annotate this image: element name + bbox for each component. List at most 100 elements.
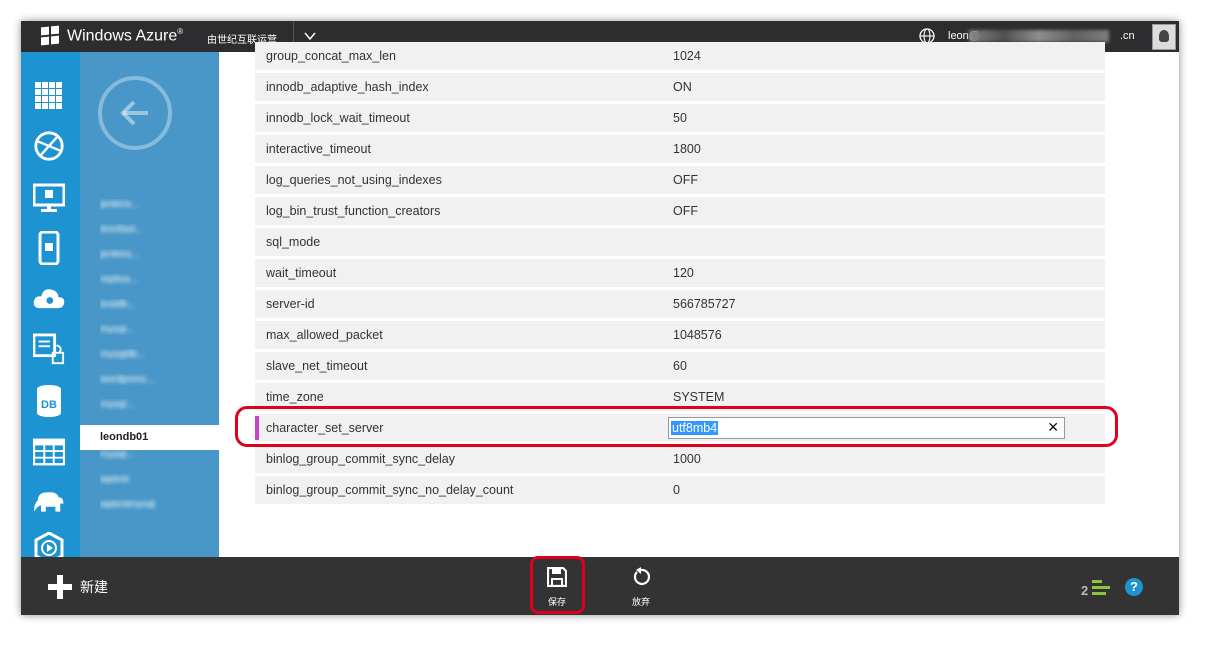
subnav-item-label: mysql... <box>100 324 135 335</box>
table-row[interactable]: innodb_adaptive_hash_index ON <box>255 73 1105 101</box>
table-row[interactable]: binlog_group_commit_sync_no_delay_count 0 <box>255 476 1105 504</box>
table-row[interactable]: innodb_lock_wait_timeout 50 <box>255 104 1105 132</box>
param-value[interactable]: 1000 <box>673 452 701 466</box>
command-bar: 新建 保存 放弃 2 ? <box>21 556 1179 615</box>
hdinsight-elephant-icon[interactable] <box>33 486 65 518</box>
subnav-item-label: wptestmysql <box>100 499 156 510</box>
subnav-item[interactable]: jenkins... <box>100 249 210 260</box>
websites-globe-icon[interactable] <box>33 130 65 162</box>
param-name: slave_net_timeout <box>266 359 368 373</box>
subnav-item-label: replica... <box>100 274 138 285</box>
subnav-item[interactable]: mysql... <box>100 324 210 335</box>
subnav-item-label: mysqldb... <box>100 349 146 360</box>
param-value[interactable]: OFF <box>673 204 698 218</box>
param-value[interactable]: 0 <box>673 483 680 497</box>
subnav-item[interactable]: mysql... <box>100 399 210 410</box>
subnav-item[interactable]: jenkins... <box>100 199 210 210</box>
subnav-item[interactable]: leonfast... <box>100 224 210 235</box>
param-value[interactable]: 50 <box>673 111 687 125</box>
table-row[interactable]: slave_net_timeout 60 <box>255 352 1105 380</box>
table-row[interactable]: log_queries_not_using_indexes OFF <box>255 166 1105 194</box>
param-name: binlog_group_commit_sync_delay <box>266 452 456 466</box>
param-name: interactive_timeout <box>266 142 371 156</box>
param-value[interactable]: 566785727 <box>673 297 736 311</box>
notifications-icon[interactable] <box>1092 579 1110 597</box>
parameters-table: group_concat_max_len 1024 innodb_adaptive… <box>219 42 1179 557</box>
table-row[interactable]: interactive_timeout 1800 <box>255 135 1105 163</box>
param-name: log_bin_trust_function_creators <box>266 204 441 218</box>
new-button[interactable]: 新建 <box>48 575 108 599</box>
param-value[interactable]: 120 <box>673 266 694 280</box>
table-row[interactable]: sql_mode <box>255 228 1105 256</box>
discard-button[interactable]: 放弃 <box>623 567 659 609</box>
notification-count[interactable]: 2 <box>1081 583 1088 598</box>
table-row[interactable]: log_bin_trust_function_creators OFF <box>255 197 1105 225</box>
subnav-item-label: testdb... <box>100 299 136 310</box>
param-name: binlog_group_commit_sync_no_delay_count <box>266 483 514 497</box>
table-row[interactable]: max_allowed_packet 1048576 <box>255 321 1105 349</box>
param-name: server-id <box>266 297 315 311</box>
new-button-label: 新建 <box>80 579 108 595</box>
subnav-item[interactable]: mysqldb... <box>100 349 210 360</box>
subnav-item-label: wptest <box>100 474 129 485</box>
virtual-machines-icon[interactable] <box>33 182 65 214</box>
table-row[interactable]: server-id 566785727 <box>255 290 1105 318</box>
back-button[interactable] <box>98 76 172 150</box>
subnav-item-label: mysql... <box>100 449 135 460</box>
help-icon[interactable]: ? <box>1125 578 1143 596</box>
annotation-highlight-save <box>530 556 585 614</box>
param-name: time_zone <box>266 390 324 404</box>
discard-button-label: 放弃 <box>631 597 650 607</box>
arrow-left-icon <box>120 100 148 126</box>
azure-portal-window: Windows Azure® 由世纪互联运营 leon@ .cn DB jenk… <box>21 21 1179 615</box>
brand-registered-mark: ® <box>177 27 184 36</box>
subnav-item[interactable]: wordpress... <box>100 374 210 385</box>
subnav-item[interactable]: wptest <box>100 474 210 485</box>
undo-icon <box>633 567 650 585</box>
subnav-item-label: leonfast... <box>100 224 144 235</box>
subnav-item-label: mysql... <box>100 399 135 410</box>
subnav-item[interactable]: wptestmysql <box>100 499 210 510</box>
subnav-item-label: jenkins... <box>100 199 140 210</box>
table-row[interactable]: wait_timeout 120 <box>255 259 1105 287</box>
param-name: innodb_adaptive_hash_index <box>266 80 429 94</box>
param-value[interactable]: 1024 <box>673 49 701 63</box>
storage-table-icon[interactable] <box>33 436 65 468</box>
param-name: log_queries_not_using_indexes <box>266 173 442 187</box>
cloud-services-icon[interactable] <box>33 282 65 314</box>
windows-logo-icon <box>41 25 60 46</box>
param-value[interactable]: 60 <box>673 359 687 373</box>
selected-db-label: leondb01 <box>100 431 149 443</box>
annotation-highlight-row <box>235 406 1118 447</box>
mobile-services-icon[interactable] <box>33 231 65 265</box>
account-suffix: .cn <box>1119 30 1135 42</box>
param-value[interactable]: 1800 <box>673 142 701 156</box>
table-row[interactable]: group_concat_max_len 1024 <box>255 42 1105 70</box>
param-name: max_allowed_packet <box>266 328 383 342</box>
portal-brand[interactable]: Windows Azure® <box>67 27 183 45</box>
avatar[interactable] <box>1152 24 1176 50</box>
mysql-db-icon[interactable]: DB <box>33 385 65 417</box>
subnav-item-selected[interactable]: leondb01 <box>80 425 219 450</box>
subnav-item[interactable]: replica... <box>100 274 210 285</box>
plus-icon <box>48 575 72 599</box>
param-value[interactable]: 1048576 <box>673 328 722 342</box>
param-value[interactable]: OFF <box>673 173 698 187</box>
param-value[interactable]: SYSTEM <box>673 390 724 404</box>
all-items-grid-icon[interactable] <box>33 80 65 112</box>
chevron-down-icon[interactable] <box>303 29 317 43</box>
table-row[interactable]: binlog_group_commit_sync_delay 1000 <box>255 445 1105 473</box>
service-rail: DB <box>21 52 80 564</box>
param-name: sql_mode <box>266 235 321 249</box>
param-name: innodb_lock_wait_timeout <box>266 111 410 125</box>
brand-text: Windows Azure <box>67 27 178 45</box>
subnav-item-label: wordpress... <box>100 374 155 385</box>
account-redaction <box>969 30 1109 42</box>
param-value[interactable]: ON <box>673 80 692 94</box>
subnav-item-label: jenkins... <box>100 249 140 260</box>
param-name: group_concat_max_len <box>266 49 396 63</box>
database-list-panel: jenkins... leonfast... jenkins... replic… <box>80 52 219 557</box>
subnav-item[interactable]: mysql... <box>100 449 210 460</box>
sql-databases-icon[interactable] <box>33 333 65 366</box>
subnav-item[interactable]: testdb... <box>100 299 210 310</box>
